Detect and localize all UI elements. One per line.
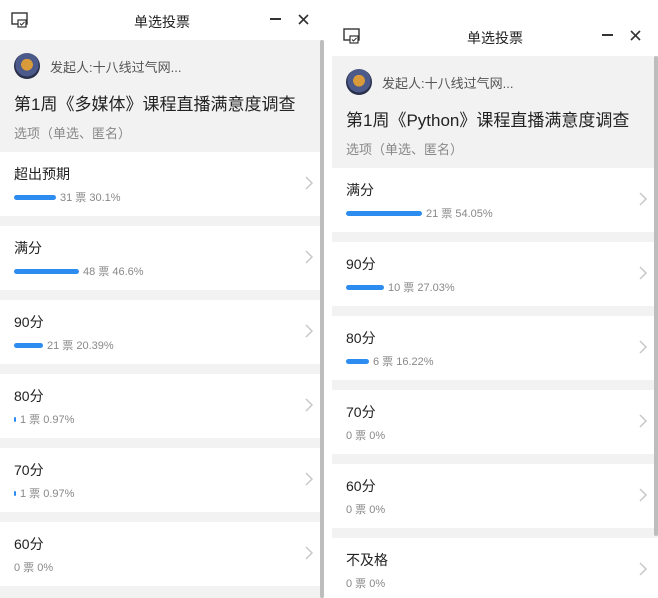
minimize-button[interactable] <box>264 8 286 30</box>
option-list: 超出预期 31 票 30.1% 满分 48 票 46.6% 90分 21 票 20.39%… <box>0 152 324 586</box>
chevron-right-icon <box>639 266 648 280</box>
close-button[interactable] <box>292 8 314 30</box>
option-label: 60分 <box>14 536 44 552</box>
option-stats: 0 票 0% <box>346 428 385 442</box>
vote-progress-bar <box>346 358 369 364</box>
minimize-icon <box>601 34 613 36</box>
chevron-right-icon <box>305 546 314 560</box>
option-label: 60分 <box>346 478 376 494</box>
chevron-right-icon <box>639 562 648 576</box>
creator-name: 发起人:十八线过气网... <box>50 59 182 75</box>
creator-name: 发起人:十八线过气网... <box>382 75 514 91</box>
option-label: 满分 <box>14 240 42 256</box>
vote-progress-bar <box>14 490 16 496</box>
option-stats: 1 票 0.97% <box>14 412 74 426</box>
option-stats-text: 21 票 20.39% <box>47 340 114 352</box>
vote-progress-bar <box>346 284 384 290</box>
chevron-right-icon <box>305 324 314 338</box>
option-stats-text: 10 票 27.03% <box>388 282 455 294</box>
option-stats: 21 票 54.05% <box>346 206 493 220</box>
vote-progress-bar <box>14 194 56 200</box>
avatar <box>14 53 40 79</box>
vote-header: 发起人:十八线过气网... 第1周《多媒体》课程直播满意度调查 选项（单选、匿名… <box>0 40 324 152</box>
vote-option[interactable]: 90分 10 票 27.03% <box>332 242 658 306</box>
option-label: 超出预期 <box>14 166 70 182</box>
vote-option[interactable]: 超出预期 31 票 30.1% <box>0 152 324 216</box>
option-stats: 0 票 0% <box>14 560 53 574</box>
vote-progress-bar <box>14 342 43 348</box>
option-stats: 0 票 0% <box>346 576 385 590</box>
option-label: 80分 <box>14 388 44 404</box>
option-label: 90分 <box>14 314 44 330</box>
vote-subtitle: 选项（单选、匿名） <box>14 126 132 141</box>
vote-title: 第1周《多媒体》课程直播满意度调查 <box>14 95 296 114</box>
option-label: 80分 <box>346 330 376 346</box>
option-stats-text: 48 票 46.6% <box>83 266 144 278</box>
vote-option[interactable]: 满分 21 票 54.05% <box>332 168 658 232</box>
option-stats-text: 0 票 0% <box>346 430 386 442</box>
close-icon <box>297 13 309 25</box>
option-stats: 6 票 16.22% <box>346 354 434 368</box>
option-stats: 10 票 27.03% <box>346 280 455 294</box>
vote-option[interactable]: 不及格 0 票 0% <box>332 538 658 598</box>
close-button[interactable] <box>624 24 646 46</box>
title-bar: 单选投票 <box>332 16 658 56</box>
chevron-right-icon <box>305 250 314 264</box>
chevron-right-icon <box>305 472 314 486</box>
scrollbar[interactable] <box>320 40 324 598</box>
scrollbar[interactable] <box>654 56 658 536</box>
option-label: 70分 <box>346 404 376 420</box>
avatar <box>346 69 372 95</box>
vote-option[interactable]: 70分 0 票 0% <box>332 390 658 454</box>
option-label: 不及格 <box>346 552 388 568</box>
vote-progress-bar <box>346 210 422 216</box>
chevron-right-icon <box>639 414 648 428</box>
vote-option[interactable]: 60分 0 票 0% <box>0 522 324 586</box>
option-stats-text: 31 票 30.1% <box>60 192 121 204</box>
vote-window-right: 单选投票 发起人:十八线过气网... 第1周《Python》课程直播满意度调查 … <box>332 16 658 598</box>
title-bar: 单选投票 <box>0 0 324 40</box>
option-label: 90分 <box>346 256 376 272</box>
option-stats-text: 1 票 0.97% <box>20 488 75 500</box>
chevron-right-icon <box>639 488 648 502</box>
creator-row: 发起人:十八线过气网... <box>346 68 644 96</box>
option-stats: 0 票 0% <box>346 502 385 516</box>
chevron-right-icon <box>305 398 314 412</box>
vote-progress-bar <box>14 268 79 274</box>
chevron-right-icon <box>639 192 648 206</box>
option-list: 满分 21 票 54.05% 90分 10 票 27.03% 80分 6 票 16.22%… <box>332 168 658 598</box>
option-stats: 1 票 0.97% <box>14 486 74 500</box>
minimize-icon <box>269 18 281 20</box>
vote-option[interactable]: 满分 48 票 46.6% <box>0 226 324 290</box>
option-stats-text: 0 票 0% <box>14 562 54 574</box>
vote-subtitle: 选项（单选、匿名） <box>346 142 464 157</box>
option-stats-text: 0 票 0% <box>346 504 386 516</box>
vote-option[interactable]: 70分 1 票 0.97% <box>0 448 324 512</box>
creator-row: 发起人:十八线过气网... <box>14 52 310 80</box>
vote-option[interactable]: 80分 1 票 0.97% <box>0 374 324 438</box>
chevron-right-icon <box>639 340 648 354</box>
vote-option[interactable]: 80分 6 票 16.22% <box>332 316 658 380</box>
option-label: 70分 <box>14 462 44 478</box>
vote-header: 发起人:十八线过气网... 第1周《Python》课程直播满意度调查 选项（单选… <box>332 56 658 168</box>
vote-window-left: 单选投票 发起人:十八线过气网... 第1周《多媒体》课程直播满意度调查 选项（… <box>0 0 324 598</box>
option-stats-text: 21 票 54.05% <box>426 208 493 220</box>
option-stats-text: 6 票 16.22% <box>373 356 434 368</box>
option-stats-text: 0 票 0% <box>346 578 386 590</box>
minimize-button[interactable] <box>596 24 618 46</box>
vote-progress-bar <box>14 416 16 422</box>
option-stats: 21 票 20.39% <box>14 338 114 352</box>
option-label: 满分 <box>346 182 374 198</box>
vote-option[interactable]: 60分 0 票 0% <box>332 464 658 528</box>
close-icon <box>629 29 641 41</box>
vote-title: 第1周《Python》课程直播满意度调查 <box>346 111 630 130</box>
option-stats-text: 1 票 0.97% <box>20 414 75 426</box>
option-stats: 48 票 46.6% <box>14 264 144 278</box>
option-stats: 31 票 30.1% <box>14 190 121 204</box>
chevron-right-icon <box>305 176 314 190</box>
vote-option[interactable]: 90分 21 票 20.39% <box>0 300 324 364</box>
